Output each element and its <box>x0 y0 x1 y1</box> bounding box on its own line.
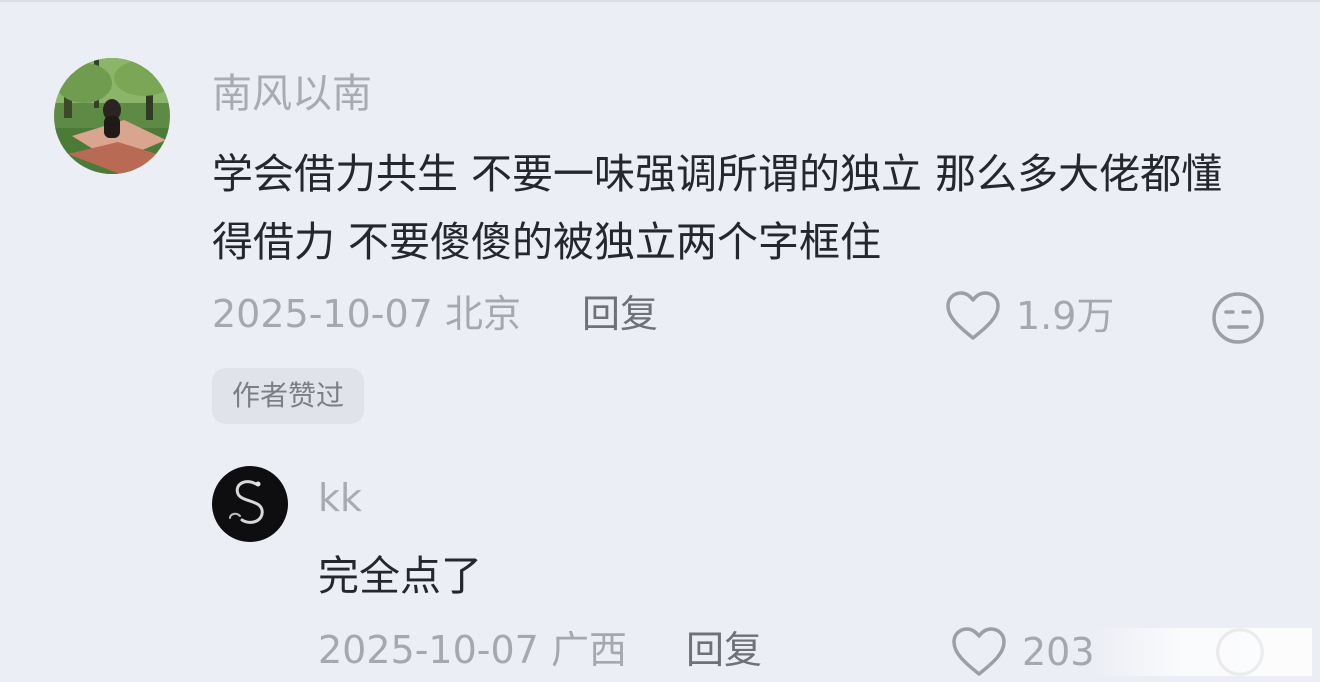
watermark-overlay <box>1092 628 1312 676</box>
avatar-image <box>54 58 170 174</box>
reply-location: 广西 <box>550 628 627 672</box>
heart-outline-icon[interactable] <box>944 290 1002 342</box>
heart-outline-icon[interactable] <box>950 626 1008 678</box>
reply-date: 2025-10-07 <box>318 628 539 672</box>
reply-like-count: 203 <box>1022 630 1095 674</box>
like-count: 1.9万 <box>1016 294 1115 338</box>
top-divider <box>0 0 1320 2</box>
neutral-face-icon[interactable] <box>1210 290 1266 346</box>
avatar[interactable] <box>54 58 170 174</box>
comment-meta: 2025-10-07 北京 <box>212 290 521 338</box>
comment-author-name[interactable]: 南风以南 <box>212 70 372 118</box>
author-liked-badge: 作者赞过 <box>212 368 365 424</box>
reply-text: 完全点了 <box>318 552 482 600</box>
comment-text: 学会借力共生 不要一味强调所谓的独立 那么多大佬都懂得借力 不要傻傻的被独立两个… <box>212 150 1223 266</box>
reply-reply-button[interactable]: 回复 <box>686 626 762 674</box>
comment-location: 北京 <box>444 292 521 336</box>
reply-meta: 2025-10-07 广西 <box>318 626 627 674</box>
comment-date: 2025-10-07 <box>212 292 433 336</box>
reply-author-name[interactable]: kk <box>318 474 362 522</box>
reply-avatar[interactable] <box>212 466 288 542</box>
reply-avatar-image <box>212 466 288 542</box>
reply-button[interactable]: 回复 <box>582 290 658 338</box>
